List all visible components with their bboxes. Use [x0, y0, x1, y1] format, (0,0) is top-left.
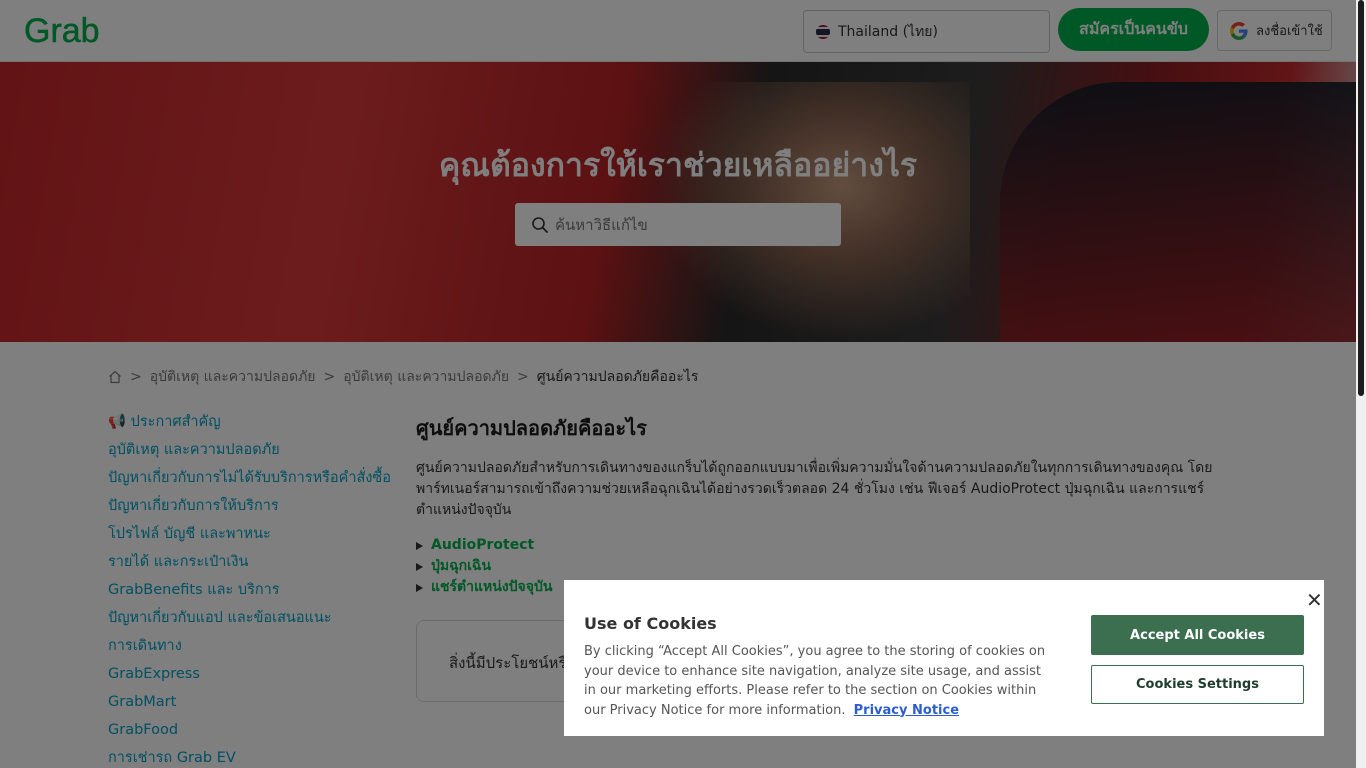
- page-scrollbar[interactable]: [1356, 0, 1366, 768]
- cookie-body-text: By clicking “Accept All Cookies”, you ag…: [584, 644, 1046, 718]
- cookies-settings-button[interactable]: Cookies Settings: [1091, 665, 1304, 704]
- scrollbar-thumb[interactable]: [1358, 0, 1364, 396]
- close-icon[interactable]: ✕: [1306, 590, 1323, 610]
- privacy-notice-link[interactable]: Privacy Notice: [854, 703, 959, 718]
- cookie-body: By clicking “Accept All Cookies”, you ag…: [584, 642, 1054, 720]
- accept-all-cookies-button[interactable]: Accept All Cookies: [1091, 615, 1304, 655]
- cookie-banner: ✕ Use of Cookies By clicking “Accept All…: [564, 580, 1324, 736]
- cookie-title: Use of Cookies: [584, 614, 717, 633]
